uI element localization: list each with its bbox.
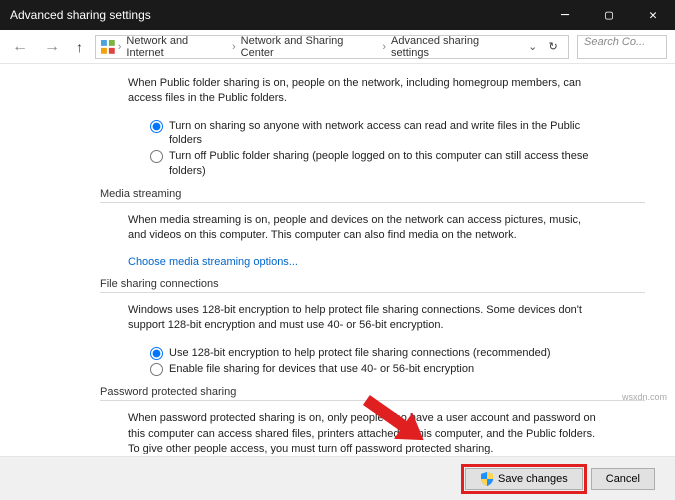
titlebar: Advanced sharing settings ─ ▢ ✕	[0, 0, 675, 30]
section-divider	[100, 202, 645, 203]
watermark-text: wsxdn.com	[622, 392, 667, 402]
uac-shield-icon	[480, 472, 494, 486]
back-button[interactable]: ←	[8, 38, 32, 56]
file-sharing-header: File sharing connections	[100, 278, 645, 290]
window-title: Advanced sharing settings	[10, 8, 543, 22]
breadcrumb[interactable]: › Network and Internet › Network and Sha…	[95, 35, 569, 59]
radio-label: Enable file sharing for devices that use…	[169, 362, 474, 376]
button-label: Cancel	[606, 473, 640, 485]
close-button[interactable]: ✕	[631, 0, 675, 30]
public-folder-off-option[interactable]: Turn off Public folder sharing (people l…	[150, 149, 610, 178]
media-streaming-header: Media streaming	[100, 188, 645, 200]
file-sharing-desc: Windows uses 128-bit encryption to help …	[128, 303, 598, 334]
footer-bar: Save changes Cancel	[0, 456, 675, 500]
public-folder-desc: When Public folder sharing is on, people…	[128, 76, 598, 107]
save-changes-button[interactable]: Save changes	[465, 468, 583, 490]
control-panel-icon	[100, 39, 116, 55]
content-pane: When Public folder sharing is on, people…	[0, 64, 675, 454]
media-streaming-desc: When media streaming is on, people and d…	[128, 213, 598, 244]
forward-button[interactable]: →	[40, 38, 64, 56]
chevron-right-icon: ›	[382, 41, 386, 53]
radio-label: Turn off Public folder sharing (people l…	[169, 149, 610, 178]
radio-label: Use 128-bit encryption to help protect f…	[169, 346, 551, 360]
file-sharing-128-option[interactable]: Use 128-bit encryption to help protect f…	[150, 346, 610, 360]
minimize-button[interactable]: ─	[543, 0, 587, 30]
maximize-button[interactable]: ▢	[587, 0, 631, 30]
chevron-right-icon: ›	[118, 41, 122, 53]
refresh-button[interactable]: ↻	[542, 40, 564, 53]
path-dropdown-icon[interactable]: ⌄	[525, 40, 540, 53]
public-folder-options: Turn on sharing so anyone with network a…	[150, 119, 610, 178]
radio-input[interactable]	[150, 347, 163, 360]
file-sharing-options: Use 128-bit encryption to help protect f…	[150, 346, 610, 377]
radio-input[interactable]	[150, 363, 163, 376]
button-label: Save changes	[498, 473, 568, 485]
breadcrumb-seg-1[interactable]: Network and Internet	[123, 35, 230, 59]
search-input[interactable]: Search Co...	[577, 35, 667, 59]
public-folder-on-option[interactable]: Turn on sharing so anyone with network a…	[150, 119, 610, 148]
breadcrumb-seg-2[interactable]: Network and Sharing Center	[238, 35, 381, 59]
cancel-button[interactable]: Cancel	[591, 468, 655, 490]
breadcrumb-seg-3[interactable]: Advanced sharing settings	[388, 35, 521, 59]
radio-input[interactable]	[150, 120, 163, 133]
radio-input[interactable]	[150, 150, 163, 163]
toolbar: ← → ↑ › Network and Internet › Network a…	[0, 30, 675, 64]
file-sharing-40-option[interactable]: Enable file sharing for devices that use…	[150, 362, 610, 376]
chevron-right-icon: ›	[232, 41, 236, 53]
up-button[interactable]: ↑	[72, 39, 87, 55]
section-divider	[100, 292, 645, 293]
radio-label: Turn on sharing so anyone with network a…	[169, 119, 610, 148]
media-streaming-link[interactable]: Choose media streaming options...	[128, 256, 645, 268]
